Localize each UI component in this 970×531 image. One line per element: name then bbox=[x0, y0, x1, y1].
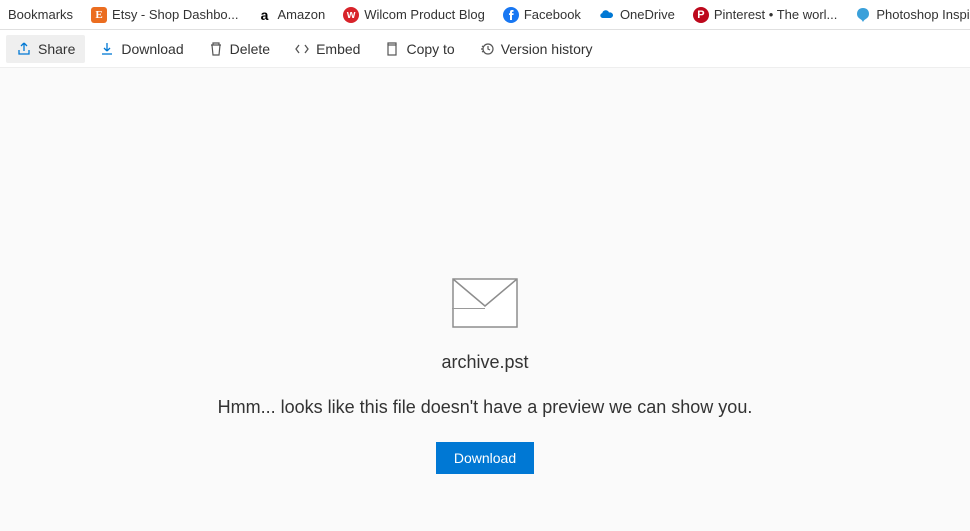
toolbar-label: Embed bbox=[316, 41, 360, 57]
bookmark-wilcom[interactable]: w Wilcom Product Blog bbox=[337, 4, 491, 26]
toolbar-label: Delete bbox=[230, 41, 270, 57]
embed-button[interactable]: Embed bbox=[284, 35, 370, 63]
bookmarks-label: Bookmarks bbox=[8, 7, 73, 22]
facebook-icon bbox=[503, 7, 519, 23]
bookmark-label-text: Wilcom Product Blog bbox=[364, 7, 485, 22]
toolbar-label: Version history bbox=[501, 41, 593, 57]
bookmark-label-text: Amazon bbox=[277, 7, 325, 22]
download-file-button[interactable]: Download bbox=[436, 442, 534, 474]
bookmark-facebook[interactable]: Facebook bbox=[497, 4, 587, 26]
no-preview-message: Hmm... looks like this file doesn't have… bbox=[218, 397, 753, 418]
bookmark-pinterest[interactable]: P Pinterest • The worl... bbox=[687, 4, 844, 26]
download-icon bbox=[99, 41, 115, 57]
bookmark-label-text: Pinterest • The worl... bbox=[714, 7, 838, 22]
bookmark-label-text: Etsy - Shop Dashbo... bbox=[112, 7, 238, 22]
wilcom-icon: w bbox=[343, 7, 359, 23]
file-toolbar: Share Download Delete Embed Copy to Vers… bbox=[0, 30, 970, 68]
bookmark-label-text: OneDrive bbox=[620, 7, 675, 22]
onedrive-icon bbox=[599, 7, 615, 23]
envelope-icon bbox=[452, 278, 518, 328]
copy-icon bbox=[384, 41, 400, 57]
toolbar-label: Copy to bbox=[406, 41, 454, 57]
history-icon bbox=[479, 41, 495, 57]
amazon-icon: a bbox=[256, 7, 272, 23]
bookmark-label-text: Photoshop Inspirati... bbox=[876, 7, 970, 22]
toolbar-label: Download bbox=[121, 41, 183, 57]
file-name: archive.pst bbox=[441, 352, 528, 373]
bookmark-etsy[interactable]: E Etsy - Shop Dashbo... bbox=[85, 4, 244, 26]
download-button[interactable]: Download bbox=[89, 35, 193, 63]
photoshop-icon bbox=[855, 7, 871, 23]
preview-area: archive.pst Hmm... looks like this file … bbox=[0, 68, 970, 531]
version-history-button[interactable]: Version history bbox=[469, 35, 603, 63]
bookmark-photoshop[interactable]: Photoshop Inspirati... bbox=[849, 4, 970, 26]
pinterest-icon: P bbox=[693, 7, 709, 23]
etsy-icon: E bbox=[91, 7, 107, 23]
bookmark-onedrive[interactable]: OneDrive bbox=[593, 4, 681, 26]
bookmark-label-text: Facebook bbox=[524, 7, 581, 22]
share-button[interactable]: Share bbox=[6, 35, 85, 63]
share-icon bbox=[16, 41, 32, 57]
trash-icon bbox=[208, 41, 224, 57]
toolbar-label: Share bbox=[38, 41, 75, 57]
bookmark-amazon[interactable]: a Amazon bbox=[250, 4, 331, 26]
embed-icon bbox=[294, 41, 310, 57]
copy-to-button[interactable]: Copy to bbox=[374, 35, 464, 63]
bookmarks-bar: Bookmarks E Etsy - Shop Dashbo... a Amaz… bbox=[0, 0, 970, 30]
delete-button[interactable]: Delete bbox=[198, 35, 280, 63]
